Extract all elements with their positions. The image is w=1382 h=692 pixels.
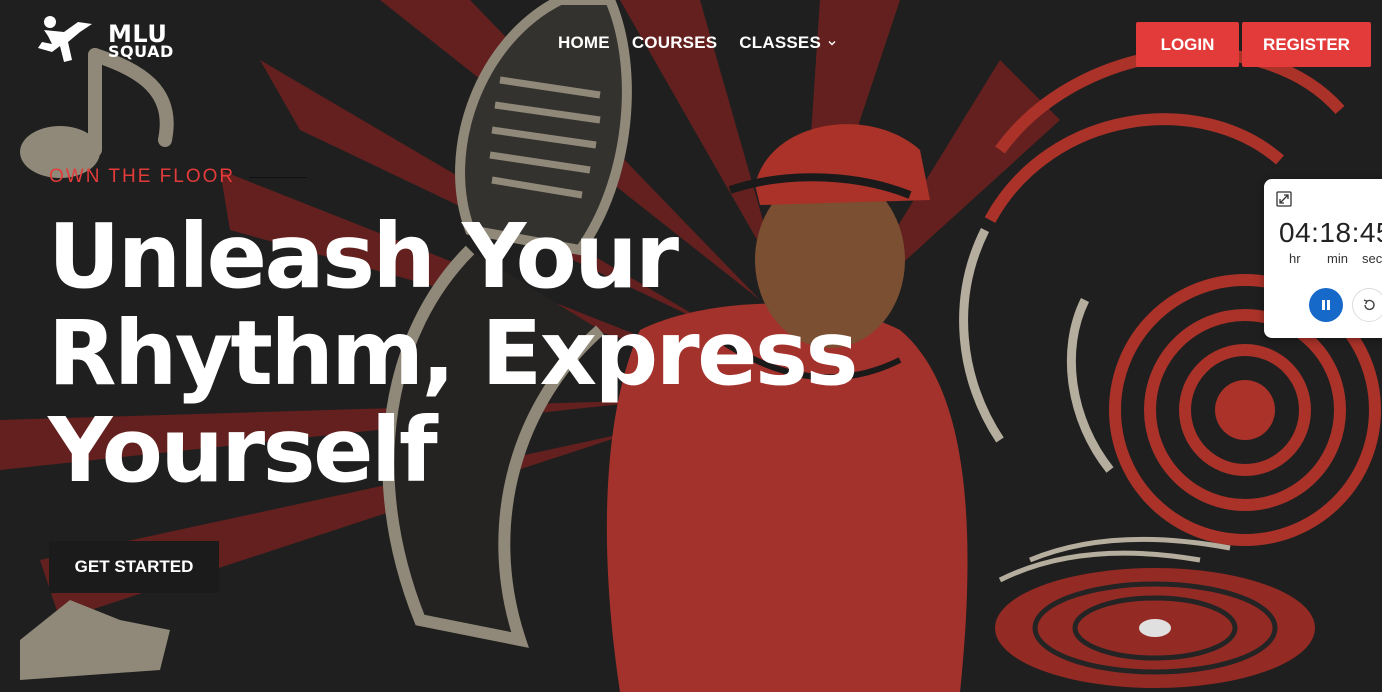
timer-unit-hr: hr [1289,251,1301,266]
expand-icon[interactable] [1276,191,1292,207]
register-button[interactable]: REGISTER [1242,22,1371,67]
nav-item-courses[interactable]: COURSES [632,33,717,53]
reset-icon [1363,299,1375,311]
nav-item-classes[interactable]: CLASSES [739,33,837,53]
nav-item-home[interactable]: HOME [558,33,610,53]
get-started-button[interactable]: GET STARTED [49,541,219,593]
timer-widget: 04:18:45 hr min sec [1264,179,1382,338]
timer-reset-button[interactable] [1352,288,1382,322]
pause-icon [1322,300,1330,310]
brand-name: MLU SQUAD [108,22,174,61]
login-button[interactable]: LOGIN [1136,22,1239,67]
timer-unit-min: min [1327,251,1348,266]
chevron-down-icon [828,41,836,46]
headline-line-3: Yourself [48,398,438,502]
main-navigation: HOME COURSES CLASSES [558,33,837,53]
brand-name-line2: SQUAD [108,41,174,61]
brand-logo[interactable]: MLU SQUAD [34,14,174,68]
eyebrow-divider [249,176,308,178]
timer-units: hr min sec [1289,251,1382,266]
timer-unit-sec: sec [1362,251,1382,266]
hero-eyebrow-text: OWN THE FLOOR [49,166,236,187]
timer-pause-button[interactable] [1309,288,1343,322]
hero-headline: Unleash Your Rhythm, Express Yourself [48,208,908,499]
breakdancer-logo-icon [38,16,92,62]
hero-eyebrow: OWN THE FLOOR [49,166,308,188]
headline-line-2: Rhythm, Express [48,301,858,405]
nav-item-classes-label: CLASSES [739,33,821,52]
timer-time-display: 04:18:45 [1279,217,1382,248]
headline-line-1: Unleash Your [48,204,679,308]
